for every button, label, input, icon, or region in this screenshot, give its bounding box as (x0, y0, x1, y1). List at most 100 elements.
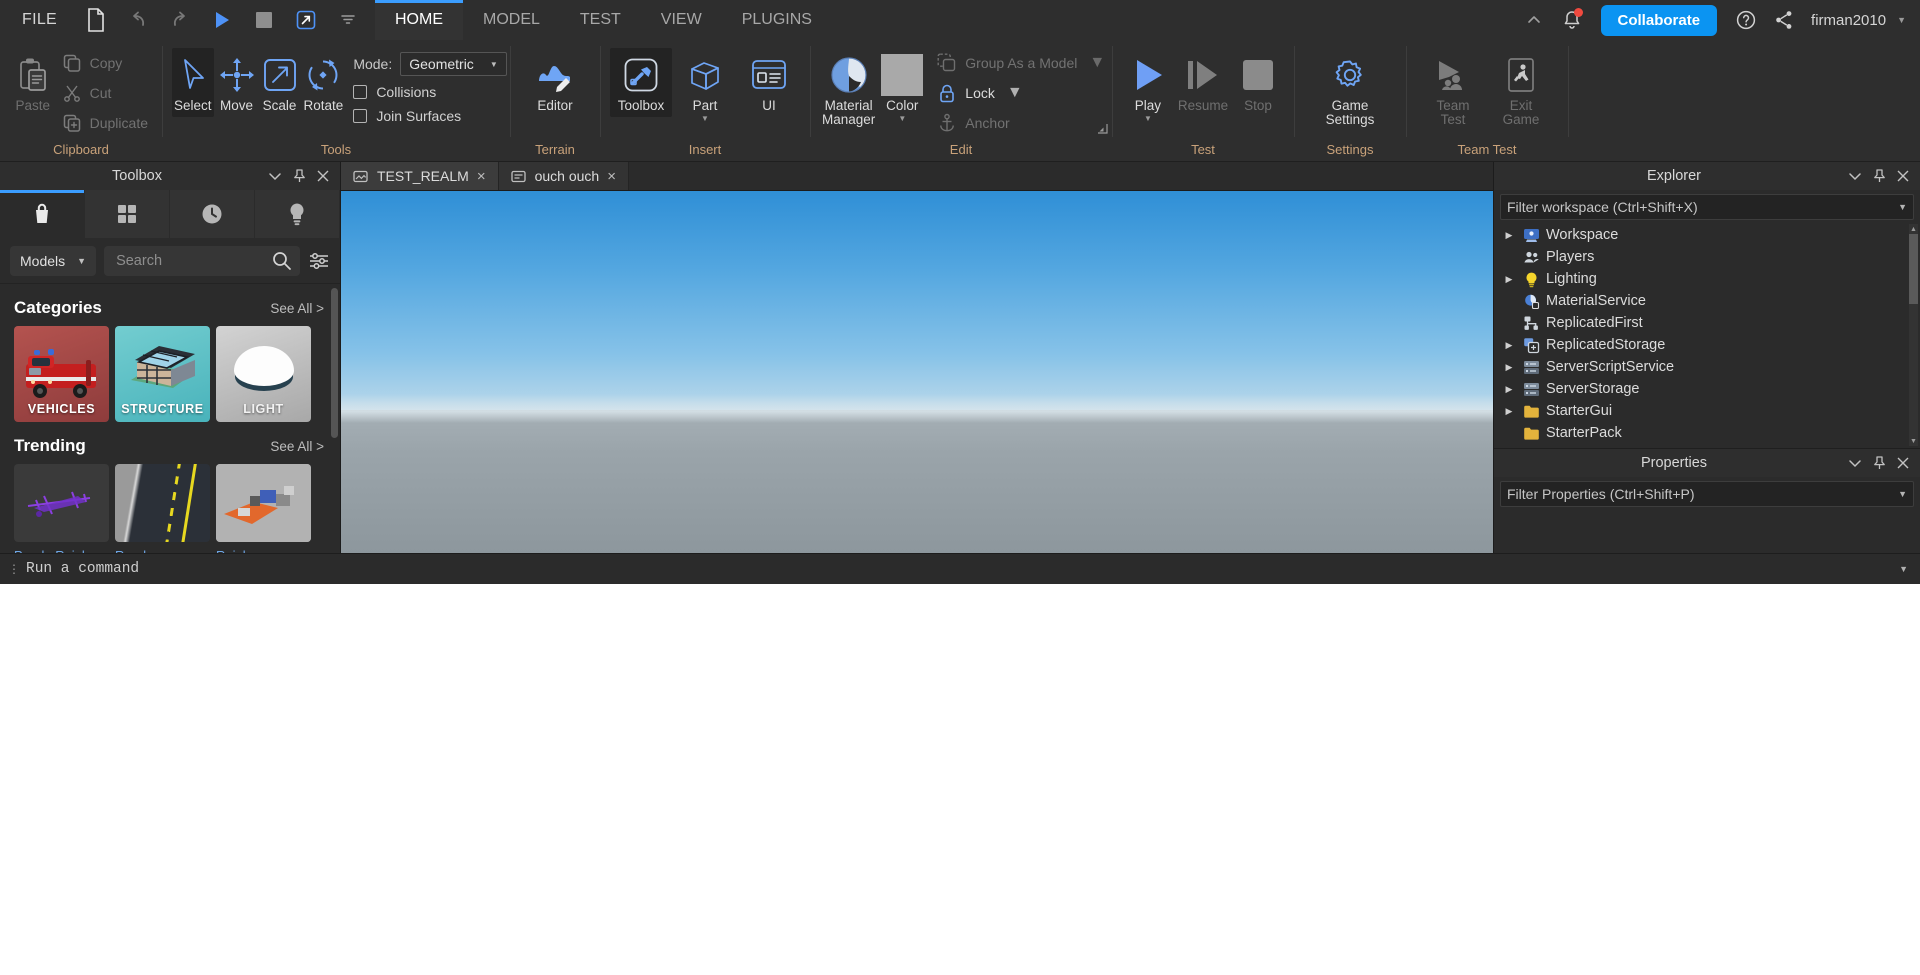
toolbox-tab-inventory[interactable] (85, 190, 170, 238)
ribbon-tab-model[interactable]: MODEL (463, 0, 560, 40)
toolbox-category-select[interactable]: Models ▼ (10, 246, 96, 276)
duplicate-button[interactable]: Duplicate (58, 112, 152, 134)
anchor-button[interactable]: Anchor (933, 112, 1109, 134)
lock-button[interactable]: Lock ▼ (933, 82, 1109, 104)
command-bar[interactable]: ⋮ Run a command ▼ (0, 553, 1920, 584)
redo-icon[interactable] (159, 0, 201, 40)
close-icon-2[interactable]: × (607, 169, 616, 184)
expand-arrow-icon-startergui[interactable]: ▶ (1502, 406, 1516, 417)
new-document-icon[interactable] (75, 0, 117, 40)
properties-collapse-icon[interactable] (1848, 456, 1862, 470)
category-card-structure[interactable]: STRUCTURE (115, 326, 210, 422)
properties-close-icon[interactable] (1896, 456, 1910, 470)
properties-filter-input[interactable]: Filter Properties (Ctrl+Shift+P) ▼ (1500, 481, 1914, 507)
trending-item-road[interactable]: Road (115, 464, 210, 553)
cut-button[interactable]: Cut (58, 82, 152, 104)
play-chevron-down-icon[interactable]: ▼ (1144, 115, 1152, 123)
explorer-close-icon[interactable] (1896, 169, 1910, 183)
ribbon-tab-test[interactable]: TEST (560, 0, 641, 40)
select-tool-button[interactable]: Select (172, 48, 214, 117)
lock-chevron-down-icon[interactable]: ▼ (1007, 84, 1023, 102)
command-bar-chevron-down-icon[interactable]: ▼ (1899, 564, 1912, 574)
toolbox-content-scroll[interactable]: Categories See All > (0, 284, 340, 553)
share-icon[interactable] (1767, 3, 1801, 37)
document-tab-test-realm[interactable]: TEST_REALM × (341, 162, 499, 190)
account-chevron-down-icon[interactable]: ▼ (1897, 15, 1906, 25)
material-manager-button[interactable]: Material Manager (820, 48, 877, 131)
expand-arrow-icon-replicatedstorage[interactable]: ▶ (1502, 340, 1516, 351)
explorer-scroll-up-icon[interactable]: ▲ (1909, 224, 1918, 234)
toolbox-tab-recent[interactable] (170, 190, 255, 238)
properties-pin-icon[interactable] (1872, 456, 1886, 470)
terrain-editor-button[interactable]: Editor (522, 48, 588, 117)
toolbox-search-field[interactable]: Search (104, 246, 300, 276)
ribbon-tab-view[interactable]: VIEW (641, 0, 722, 40)
toolbox-scrollbar-thumb[interactable] (331, 288, 338, 438)
paste-button[interactable]: Paste (10, 48, 56, 139)
explorer-filter-chevron-down-icon[interactable]: ▼ (1898, 202, 1907, 212)
tree-item-workspace[interactable]: ▶ Workspace (1494, 224, 1920, 246)
tree-item-serverstorage[interactable]: ▶ ServerStorage (1494, 378, 1920, 400)
team-test-button[interactable]: Team Test (1420, 48, 1486, 131)
color-button[interactable]: Color ▼ (879, 48, 925, 127)
tree-item-players[interactable]: Players (1494, 246, 1920, 268)
ui-button[interactable]: UI (738, 48, 800, 117)
resume-button[interactable]: Resume (1176, 48, 1230, 117)
move-tool-button[interactable]: Move (216, 48, 258, 117)
user-account-name[interactable]: firman2010 (1805, 12, 1886, 29)
help-icon[interactable] (1729, 3, 1763, 37)
document-tab-ouch-ouch[interactable]: ouch ouch × (499, 162, 629, 190)
properties-filter-chevron-down-icon[interactable]: ▼ (1898, 489, 1907, 499)
tree-item-materialservice[interactable]: MaterialService (1494, 290, 1920, 312)
file-menu-button[interactable]: FILE (0, 0, 75, 40)
collisions-checkbox-row[interactable]: Collisions (353, 84, 506, 100)
edit-group-expander-icon[interactable] (1097, 121, 1108, 139)
publish-icon[interactable] (285, 0, 327, 40)
close-icon[interactable]: × (477, 169, 486, 184)
tree-item-startergui[interactable]: ▶ StarterGui (1494, 400, 1920, 422)
ribbon-tab-plugins[interactable]: PLUGINS (722, 0, 832, 40)
explorer-tree[interactable]: ▲ ▼ ▶ Workspace Players (1494, 222, 1920, 448)
trending-item-rainbow-friends[interactable]: Rainbow Friends Map (216, 464, 311, 553)
expand-arrow-icon-serverstorage[interactable]: ▶ (1502, 384, 1516, 395)
category-card-light[interactable]: LIGHT (216, 326, 311, 422)
tree-item-replicatedfirst[interactable]: ReplicatedFirst (1494, 312, 1920, 334)
ribbon-tab-home[interactable]: HOME (375, 0, 463, 40)
toolbox-close-icon[interactable] (316, 169, 330, 183)
color-chevron-down-icon[interactable]: ▼ (898, 115, 906, 123)
mode-select[interactable]: Geometric ▼ (400, 52, 507, 76)
copy-button[interactable]: Copy (58, 52, 152, 74)
trending-see-all-link[interactable]: See All > (270, 439, 324, 454)
toolbox-pin-icon[interactable] (292, 169, 306, 183)
collapse-ribbon-icon[interactable] (1517, 3, 1551, 37)
expand-arrow-icon-serverscriptservice[interactable]: ▶ (1502, 362, 1516, 373)
rotate-tool-button[interactable]: Rotate (302, 48, 346, 117)
categories-see-all-link[interactable]: See All > (270, 301, 324, 316)
explorer-scroll-down-icon[interactable]: ▼ (1909, 436, 1918, 446)
stop-button[interactable]: Stop (1232, 48, 1284, 117)
category-card-vehicles[interactable]: VEHICLES (14, 326, 109, 422)
group-chevron-down-icon[interactable]: ▼ (1089, 54, 1105, 72)
quick-access-more-icon[interactable] (327, 0, 369, 40)
part-button[interactable]: Part ▼ (674, 48, 736, 127)
game-settings-button[interactable]: Game Settings (1310, 48, 1390, 131)
explorer-pin-icon[interactable] (1872, 169, 1886, 183)
group-as-model-button[interactable]: Group As a Model ▼ (933, 52, 1109, 74)
toolbox-button[interactable]: Toolbox (610, 48, 672, 117)
collaborate-button[interactable]: Collaborate (1601, 5, 1718, 36)
notification-bell-icon[interactable] (1555, 3, 1589, 37)
tree-item-lighting[interactable]: ▶ Lighting (1494, 268, 1920, 290)
undo-icon[interactable] (117, 0, 159, 40)
quick-play-icon[interactable] (201, 0, 243, 40)
3d-viewport[interactable] (341, 191, 1493, 553)
explorer-filter-input[interactable]: Filter workspace (Ctrl+Shift+X) ▼ (1500, 194, 1914, 220)
quick-stop-icon[interactable] (243, 0, 285, 40)
join-surfaces-checkbox[interactable] (353, 109, 367, 123)
expand-arrow-icon[interactable]: ▶ (1502, 230, 1516, 241)
toolbox-filter-settings-icon[interactable] (308, 251, 330, 271)
tree-item-starterpack[interactable]: StarterPack (1494, 422, 1920, 444)
toolbox-tab-marketplace[interactable] (0, 190, 85, 238)
collisions-checkbox[interactable] (353, 85, 367, 99)
tree-item-serverscriptservice[interactable]: ▶ ServerScriptService (1494, 356, 1920, 378)
part-chevron-down-icon[interactable]: ▼ (701, 115, 709, 123)
